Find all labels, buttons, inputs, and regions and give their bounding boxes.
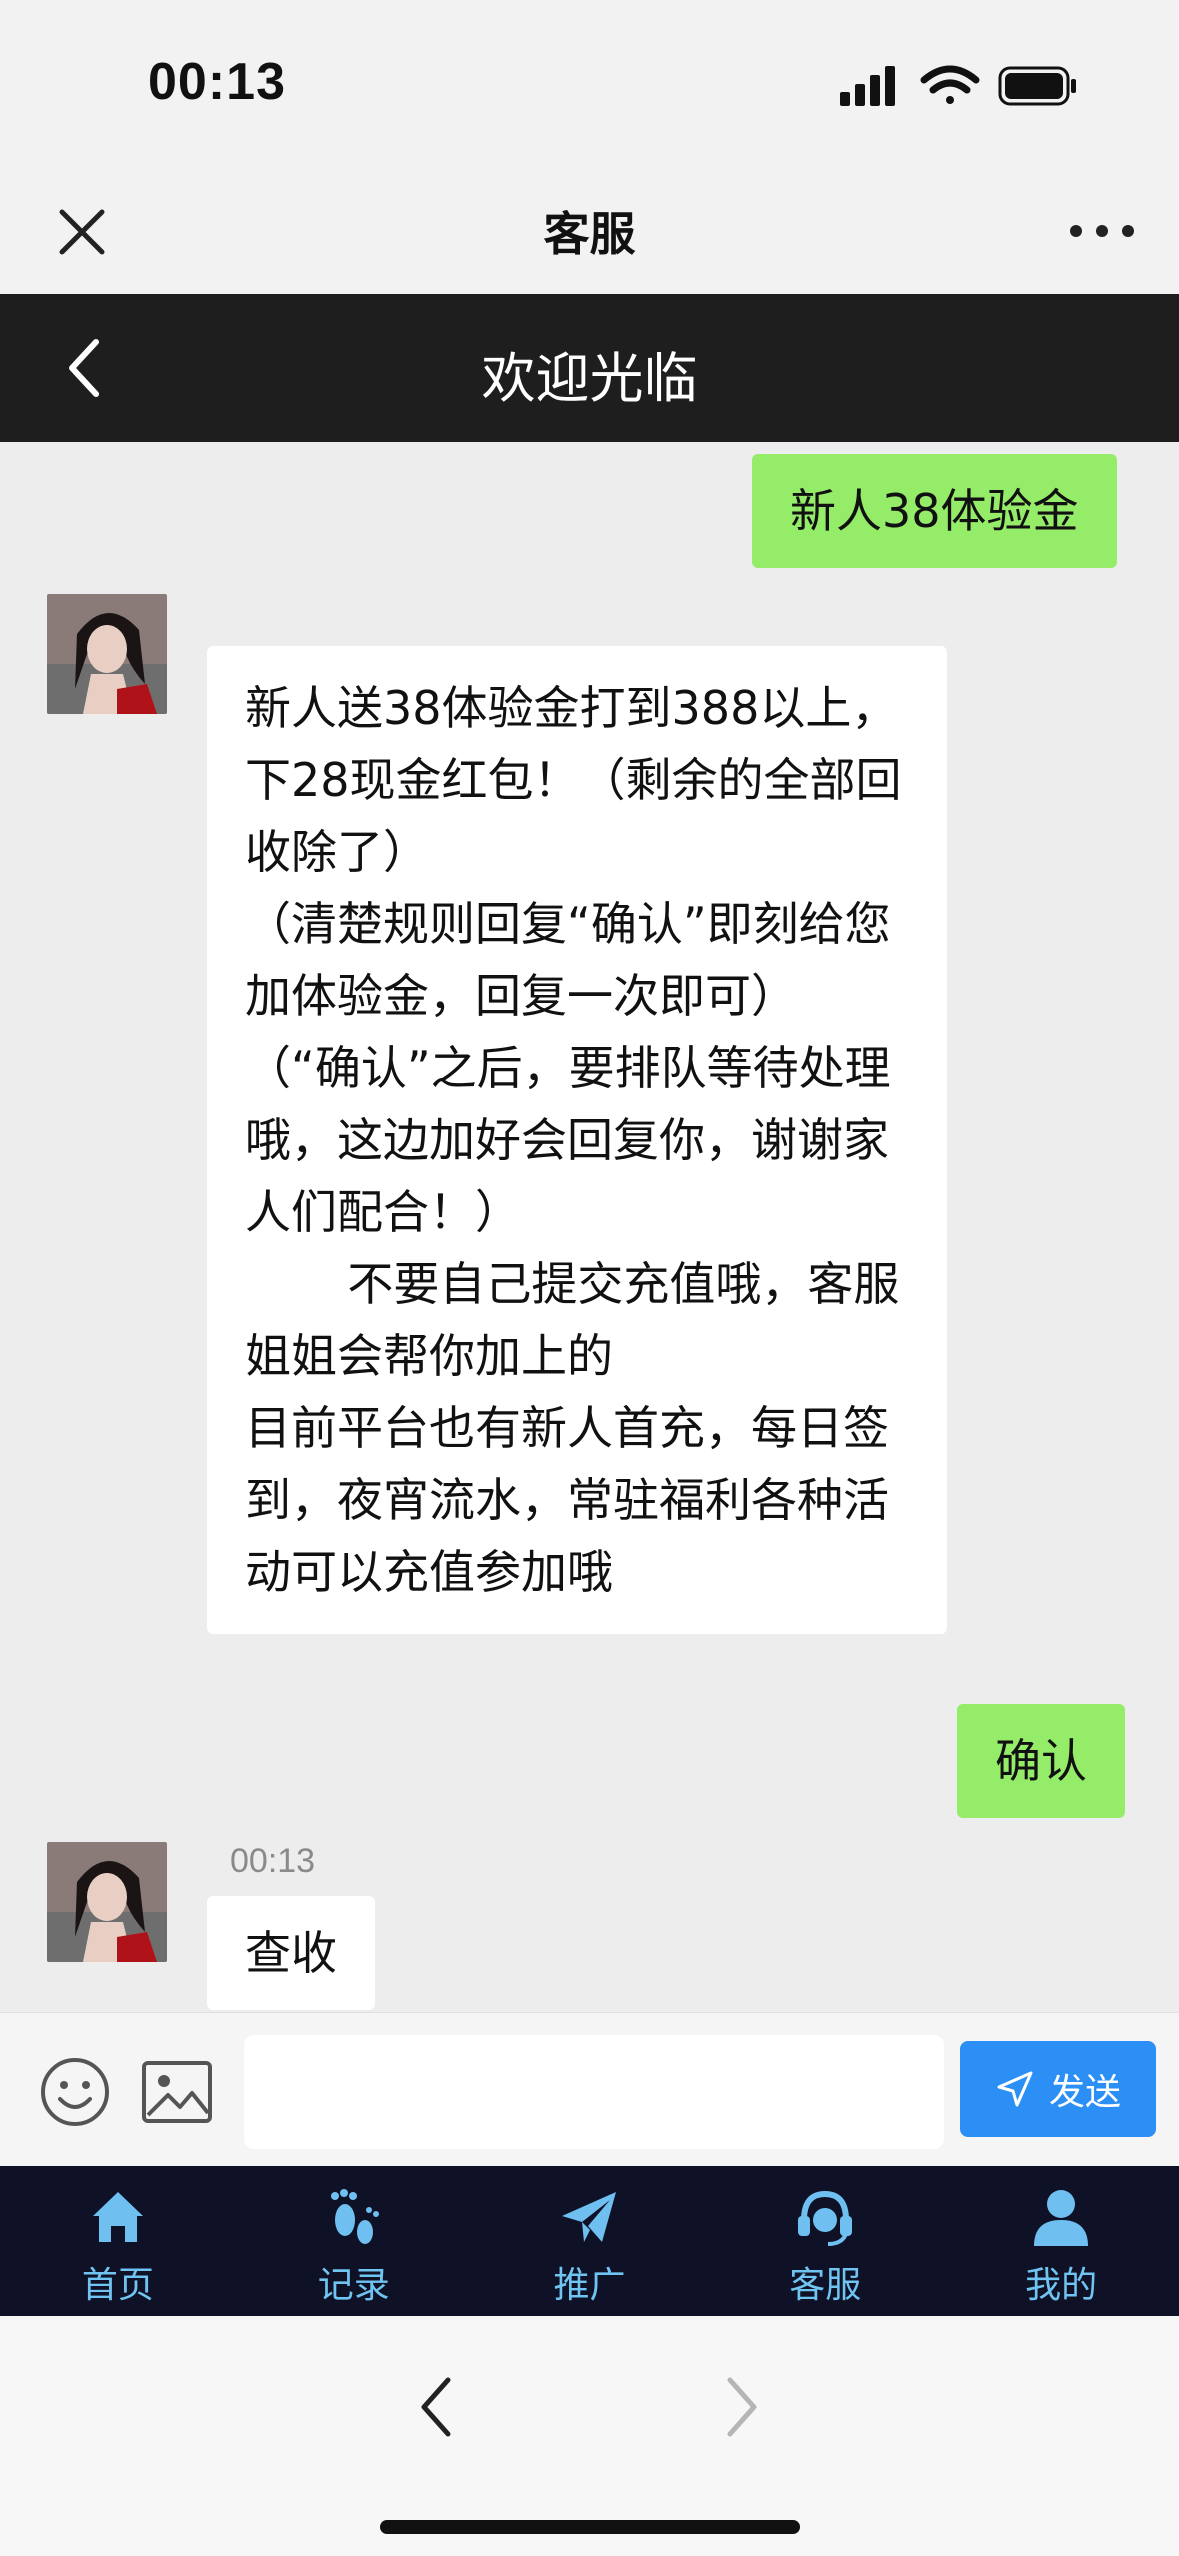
footprints-icon xyxy=(330,2189,379,2244)
message-sent: 新人38体验金 xyxy=(752,454,1117,568)
chat-area[interactable]: 新人38体验金 新人送38体验金打到388以上，下28现金红包！（剩余的全部回收… xyxy=(0,442,1179,2012)
signal-icon xyxy=(840,66,895,106)
status-bar: 00:13 xyxy=(0,0,1179,170)
page-header: 欢迎光临 xyxy=(0,294,1179,442)
browser-forward-icon[interactable] xyxy=(716,2372,766,2442)
send-label: 发送 xyxy=(1048,2071,1121,2112)
bottom-nav: 首页 记录 推广 客服 我的 xyxy=(0,2166,1179,2316)
page-title: 欢迎光临 xyxy=(481,347,698,410)
nav-item-profile[interactable]: 我的 xyxy=(943,2166,1179,2316)
nav-item-service[interactable]: 客服 xyxy=(707,2166,943,2316)
message-received: 新人送38体验金打到388以上，下28现金红包！（剩余的全部回收除了） （清楚规… xyxy=(207,646,947,1634)
nav-label: 客服 xyxy=(789,2265,862,2306)
window-title: 客服 xyxy=(543,207,636,261)
more-icon[interactable] xyxy=(1064,206,1140,256)
message-text: 新人送38体验金打到388以上，下28现金红包！（剩余的全部回收除了） （清楚规… xyxy=(245,681,902,1599)
avatar[interactable] xyxy=(47,594,167,714)
headset-icon xyxy=(798,2190,853,2246)
battery-icon xyxy=(998,66,1076,106)
title-bar: 客服 xyxy=(0,170,1179,294)
avatar-photo xyxy=(47,1842,167,1962)
avatar-photo xyxy=(47,594,167,714)
home-icon xyxy=(92,2192,143,2242)
paper-plane-icon xyxy=(562,2192,617,2242)
nav-label: 首页 xyxy=(81,2265,154,2306)
wifi-icon xyxy=(920,65,980,104)
nav-item-records[interactable]: 记录 xyxy=(236,2166,472,2316)
message-received: 查收 xyxy=(207,1896,375,2010)
status-icons xyxy=(840,65,1076,106)
nav-item-home[interactable]: 首页 xyxy=(0,2166,236,2316)
send-icon xyxy=(997,2071,1033,2107)
avatar[interactable] xyxy=(47,1842,167,1962)
user-icon xyxy=(1034,2190,1089,2246)
home-indicator[interactable] xyxy=(380,2520,800,2534)
emoji-icon[interactable] xyxy=(38,2055,112,2129)
nav-item-promote[interactable]: 推广 xyxy=(472,2166,708,2316)
message-timestamp: 00:13 xyxy=(230,1842,316,1880)
browser-back-icon[interactable] xyxy=(412,2372,462,2442)
send-button[interactable]: 发送 xyxy=(960,2041,1156,2137)
message-input[interactable] xyxy=(244,2035,944,2149)
input-bar: 发送 xyxy=(0,2012,1179,2166)
nav-label: 推广 xyxy=(553,2265,626,2306)
nav-label: 我的 xyxy=(1025,2265,1098,2306)
status-time: 00:13 xyxy=(148,53,286,111)
nav-label: 记录 xyxy=(317,2265,390,2306)
image-icon[interactable] xyxy=(140,2057,214,2127)
message-sent: 确认 xyxy=(957,1704,1125,1818)
